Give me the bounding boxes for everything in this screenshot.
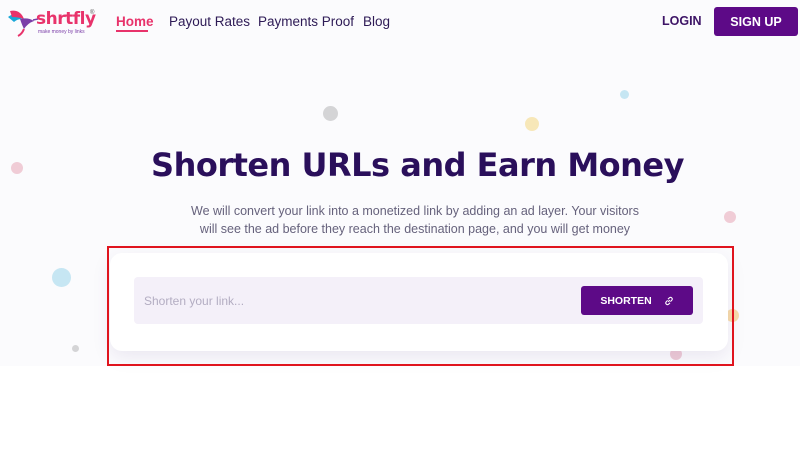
decor-dot bbox=[525, 117, 539, 131]
nav-payout-rates[interactable]: Payout Rates bbox=[169, 14, 250, 29]
login-link[interactable]: LOGIN bbox=[662, 14, 702, 28]
decor-dot bbox=[52, 268, 71, 287]
signup-button[interactable]: SIGN UP bbox=[714, 7, 798, 36]
hero-title: Shorten URLs and Earn Money bbox=[151, 146, 684, 184]
logo-tagline: make money by links bbox=[38, 29, 85, 35]
logo-registered-mark: ® bbox=[90, 10, 95, 16]
nav-blog[interactable]: Blog bbox=[363, 14, 390, 29]
hummingbird-icon bbox=[8, 10, 38, 37]
decor-dot bbox=[620, 90, 629, 99]
hero-subtitle: We will convert your link into a monetiz… bbox=[191, 204, 639, 236]
annotation-highlight-box bbox=[107, 246, 734, 366]
decor-dot bbox=[724, 211, 736, 223]
decor-dot bbox=[72, 345, 79, 352]
decor-dot bbox=[323, 106, 338, 121]
logo-text: shrtfly bbox=[36, 9, 96, 29]
top-navbar: shrtfly ® make money by links Home Payou… bbox=[0, 0, 800, 44]
brand-logo[interactable]: shrtfly ® make money by links bbox=[6, 7, 98, 39]
nav-active-underline bbox=[116, 30, 148, 32]
nav-payments-proof[interactable]: Payments Proof bbox=[258, 14, 354, 29]
nav-home[interactable]: Home bbox=[116, 14, 154, 29]
